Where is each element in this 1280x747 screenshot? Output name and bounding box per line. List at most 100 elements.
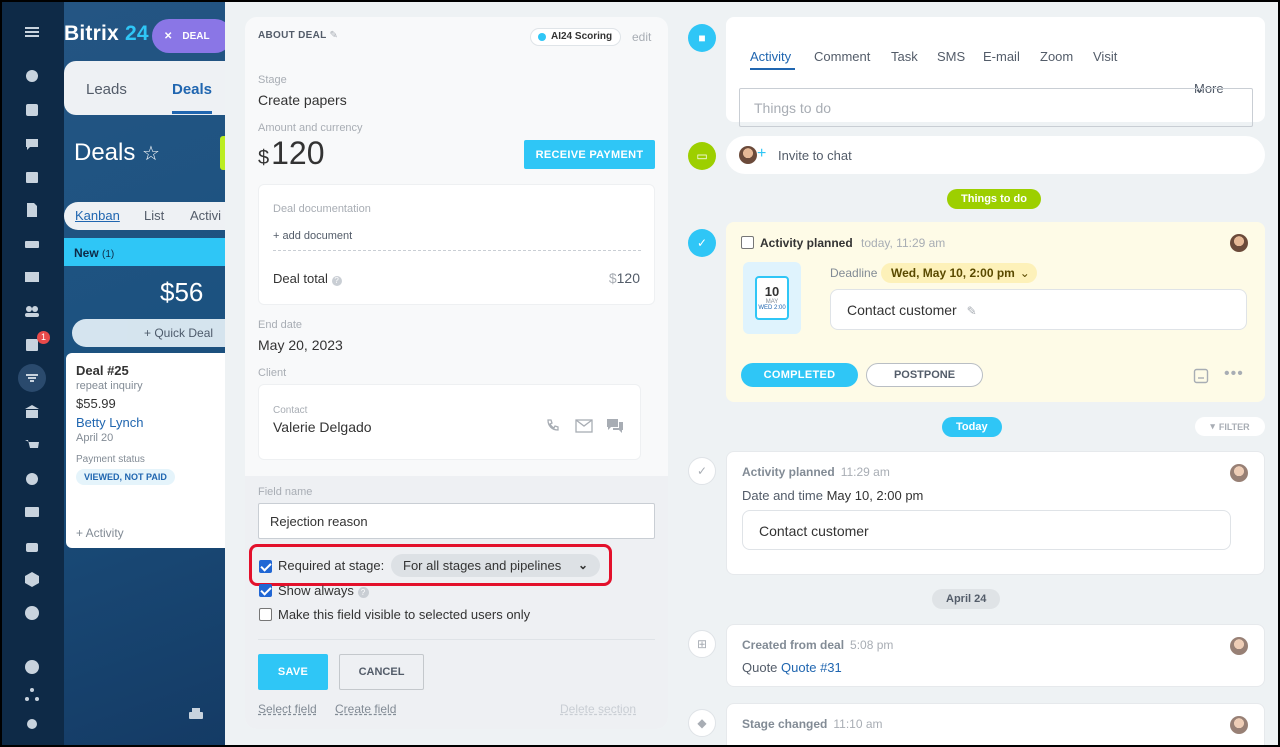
help-icon[interactable]: ? (331, 276, 342, 286)
pie-icon[interactable] (22, 66, 42, 86)
tab-comment[interactable]: Comment (814, 49, 870, 64)
view-tab-list[interactable]: List (144, 208, 164, 223)
tab-sms[interactable]: SMS (937, 49, 965, 64)
print-icon[interactable] (188, 708, 204, 722)
tab-zoom[interactable]: Zoom (1040, 49, 1073, 64)
pencil-icon[interactable]: ✎ (967, 304, 977, 318)
tasks-badge: 1 (37, 331, 51, 344)
ai-scoring-button[interactable]: AI24 Scoring (530, 28, 622, 46)
feed-icon[interactable] (22, 100, 42, 120)
history-item: Activity planned 11:29 am Date and time M… (726, 451, 1265, 575)
deal-card-contact[interactable]: Betty Lynch (76, 415, 222, 430)
create-field-link[interactable]: Create field (335, 702, 396, 716)
view-tab-kanban[interactable]: Kanban (75, 208, 120, 223)
show-always-checkbox[interactable] (259, 584, 272, 597)
more-chevron-icon[interactable] (22, 603, 42, 623)
receive-payment-button[interactable]: RECEIVE PAYMENT (524, 140, 655, 169)
help-icon[interactable]: ? (357, 587, 369, 598)
deal-card-date: April 20 (76, 432, 114, 444)
save-button[interactable]: SAVE (258, 654, 328, 690)
payment-status-badge: VIEWED, NOT PAID (76, 469, 175, 485)
phone-icon[interactable] (545, 418, 561, 434)
contact-name[interactable]: Valerie Delgado (273, 419, 372, 435)
delete-section-link[interactable]: Delete section (560, 702, 636, 716)
chat-icon[interactable] (606, 418, 624, 434)
menu-icon[interactable] (22, 22, 42, 42)
robot-icon[interactable] (22, 536, 42, 556)
quick-deal-button[interactable]: + Quick Deal (72, 319, 232, 347)
deadline-value[interactable]: Wed, May 10, 2:00 pm ⌄ (881, 263, 1037, 283)
users-icon[interactable] (22, 301, 42, 321)
things-to-do-input[interactable]: Things to do (739, 88, 1253, 127)
more-dots-icon[interactable]: ••• (1224, 365, 1244, 383)
tab-email[interactable]: E-mail (983, 49, 1020, 64)
edit-link[interactable]: edit (632, 30, 651, 44)
tab-task[interactable]: Task (891, 49, 918, 64)
settings-gear-icon[interactable] (22, 714, 42, 734)
deal-total-label: Deal total ? (273, 271, 342, 286)
crm-funnel-icon[interactable] (18, 364, 46, 392)
visible-selected-label: Make this field visible to selected user… (278, 607, 531, 622)
view-tab-activity[interactable]: Activi (190, 208, 221, 223)
tab-deals[interactable]: Deals (172, 81, 212, 98)
chat-icon[interactable] (22, 134, 42, 154)
date-pill: April 24 (932, 589, 1001, 609)
email-icon[interactable] (575, 419, 593, 433)
completed-button[interactable]: COMPLETED (741, 363, 858, 387)
plus-icon[interactable]: + (757, 145, 766, 163)
history-item-text: Contact customer (742, 510, 1231, 550)
tab-leads[interactable]: Leads (86, 81, 127, 98)
structure-icon[interactable] (22, 685, 42, 705)
close-icon[interactable]: ✕ (164, 31, 172, 42)
add-document-link[interactable]: + add document (273, 230, 352, 242)
note-icon[interactable] (1193, 368, 1209, 384)
amount-label: Amount and currency (258, 122, 363, 134)
select-field-link[interactable]: Select field (258, 702, 317, 716)
invite-chat-label[interactable]: Invite to chat (778, 148, 852, 163)
deal-slider: ABOUT DEAL ✎ AI24 Scoring edit Stage Cre… (225, 0, 1280, 747)
column-sum: $56 (160, 277, 204, 307)
deal-slider-tab[interactable]: ✕ DEAL (152, 19, 232, 53)
help-icon[interactable] (22, 657, 42, 677)
divider (258, 639, 655, 640)
activity-complete-checkbox[interactable] (741, 236, 754, 249)
add-activity-link[interactable]: + Activity (76, 526, 124, 540)
activity-planned-title: Activity planned today, 11:29 am (760, 236, 946, 250)
calendar-icon[interactable] (22, 167, 42, 187)
deal-card-title[interactable]: Deal #25 (76, 363, 222, 378)
postpone-button[interactable]: POSTPONE (866, 363, 983, 387)
required-checkbox[interactable] (259, 560, 272, 573)
document-icon[interactable] (22, 200, 42, 220)
cart-icon[interactable] (22, 436, 42, 456)
visible-selected-checkbox[interactable] (259, 608, 272, 621)
cancel-button[interactable]: CANCEL (339, 654, 424, 690)
star-icon[interactable]: ☆ (142, 143, 160, 165)
brand-logo: Bitrix 24 (64, 22, 149, 45)
bank-icon[interactable] (22, 402, 42, 422)
field-name-input[interactable]: Rejection reason (258, 503, 655, 539)
deal-documentation-box: Deal documentation + add document Deal t… (258, 184, 655, 305)
contact-card-icon[interactable] (22, 502, 42, 522)
timeline: ■ Activity Comment Task SMS E-mail Zoom … (688, 0, 1280, 747)
filter-button[interactable]: ▾ FILTER (1195, 417, 1265, 436)
tab-visit[interactable]: Visit (1093, 49, 1117, 64)
history-item-line: Quote Quote #31 (742, 660, 842, 675)
box-icon[interactable] (22, 569, 42, 589)
deal-card-subtitle: repeat inquiry (76, 380, 143, 392)
activity-text-box[interactable]: Contact customer ✎ (830, 289, 1247, 330)
kanban-column-header[interactable]: New (1) (64, 238, 232, 266)
tab-activity[interactable]: Activity (750, 49, 791, 64)
history-item-line: Date and time May 10, 2:00 pm (742, 488, 924, 503)
pencil-icon[interactable]: ✎ (329, 30, 338, 41)
stage-value: Create papers (258, 92, 347, 108)
deal-card[interactable]: Deal #25 repeat inquiry $55.99 Betty Lyn… (66, 353, 232, 548)
avatar (1230, 716, 1248, 734)
quote-link[interactable]: Quote #31 (781, 660, 842, 675)
target-icon[interactable] (22, 469, 42, 489)
drive-icon[interactable] (22, 234, 42, 254)
invite-to-chat-bar[interactable]: + Invite to chat (726, 136, 1265, 174)
history-item: Created from deal 5:08 pm Quote Quote #31 (726, 624, 1265, 687)
mail-icon[interactable] (22, 267, 42, 287)
stage-select[interactable]: For all stages and pipelines ⌄ (391, 554, 600, 577)
stage-label: Stage (258, 74, 287, 86)
